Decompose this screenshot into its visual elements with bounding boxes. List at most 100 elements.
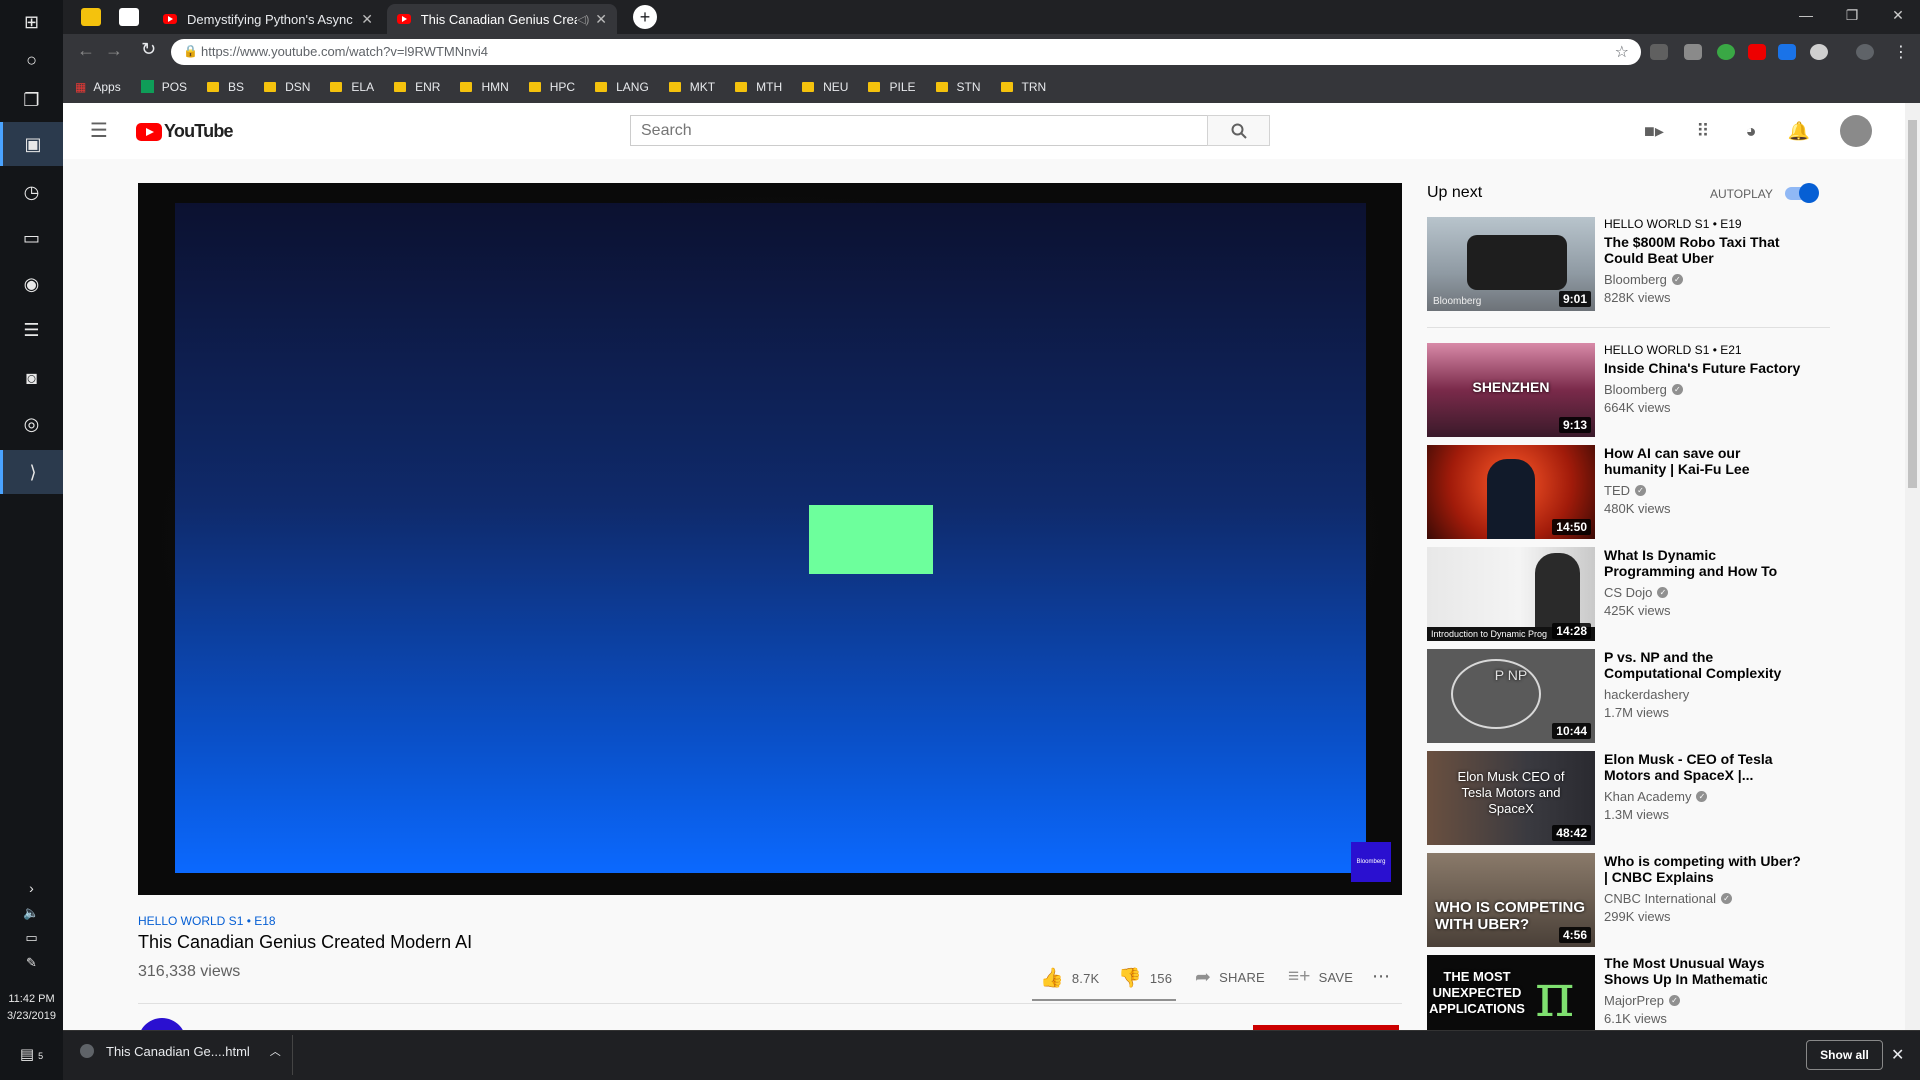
extension-new-icon[interactable] bbox=[1778, 44, 1796, 60]
bookmark-pos[interactable]: POS bbox=[140, 80, 187, 94]
channel-name[interactable]: MajorPrep bbox=[1604, 993, 1664, 1008]
reload-icon[interactable]: ↻ bbox=[141, 39, 156, 60]
video-title[interactable]: The $800M Robo Taxi That Could Beat Uber bbox=[1604, 234, 1804, 266]
close-download-shelf-icon[interactable]: ✕ bbox=[1891, 1045, 1904, 1065]
bookmark-apps[interactable]: ▦ Apps bbox=[75, 80, 121, 94]
bookmark-folder[interactable]: MKT bbox=[668, 80, 715, 94]
bookmark-folder[interactable]: PILE bbox=[868, 80, 916, 94]
up-next-video[interactable]: Introduction to Dynamic Prog 14:28 What … bbox=[1427, 547, 1777, 642]
create-video-icon[interactable]: ■▸ bbox=[1643, 121, 1665, 141]
video-title[interactable]: The Most Unusual Ways Pi Shows Up In Mat… bbox=[1604, 955, 1767, 987]
chevron-up-icon[interactable]: ︿ bbox=[270, 1043, 281, 1059]
search-input[interactable] bbox=[630, 115, 1208, 146]
discord-icon[interactable]: ◙ bbox=[0, 356, 63, 400]
lock-icon[interactable]: 🔒 bbox=[183, 44, 198, 58]
video-title[interactable]: How AI can save our humanity | Kai-Fu Le… bbox=[1604, 445, 1804, 477]
bookmark-folder[interactable]: TRN bbox=[1000, 80, 1046, 94]
bookmark-folder[interactable]: NEU bbox=[802, 80, 848, 94]
tab-canadian-genius[interactable]: This Canadian Genius Create ◁) ✕ bbox=[387, 4, 617, 34]
forward-icon[interactable]: → bbox=[105, 40, 123, 61]
dislike-button[interactable]: 👎 156 bbox=[1118, 966, 1172, 990]
bookmark-folder[interactable]: HMN bbox=[460, 80, 509, 94]
autoplay-toggle-knob[interactable] bbox=[1799, 183, 1819, 203]
show-all-downloads-button[interactable]: Show all bbox=[1806, 1040, 1883, 1070]
bloomberg-watermark[interactable]: Bloomberg bbox=[1351, 842, 1391, 882]
bookmark-folder[interactable]: DSN bbox=[264, 80, 310, 94]
extension-youtube-icon[interactable] bbox=[1748, 44, 1766, 60]
video-thumbnail[interactable]: Bloomberg 9:01 bbox=[1427, 217, 1595, 311]
action-center-icon[interactable]: ▤ 5 bbox=[0, 1045, 63, 1063]
pen-icon[interactable]: ✎ bbox=[0, 955, 63, 971]
app-icon-docs[interactable]: ☰ bbox=[0, 308, 63, 352]
video-thumbnail[interactable]: Introduction to Dynamic Prog 14:28 bbox=[1427, 547, 1595, 641]
pinned-tab-keep-icon[interactable] bbox=[81, 8, 101, 26]
channel-name[interactable]: hackerdashery bbox=[1604, 687, 1689, 702]
up-next-video[interactable]: WHO IS COMPETING WITH UBER? 4:56 Who is … bbox=[1427, 853, 1801, 948]
back-icon[interactable]: ← bbox=[77, 40, 95, 61]
video-title[interactable]: Elon Musk - CEO of Tesla Motors and Spac… bbox=[1604, 751, 1804, 783]
network-icon[interactable]: ▭ bbox=[0, 930, 63, 946]
apps-grid-icon[interactable]: ⠿ bbox=[1692, 121, 1714, 141]
account-avatar[interactable] bbox=[1840, 115, 1872, 147]
messages-icon[interactable]: ◕ bbox=[1740, 121, 1762, 141]
share-button[interactable]: ➦ SHARE bbox=[1195, 966, 1265, 989]
pinned-tab-gmail-icon[interactable] bbox=[119, 8, 139, 26]
video-thumbnail[interactable]: SHENZHEN 9:13 bbox=[1427, 343, 1595, 437]
scrollbar-thumb[interactable] bbox=[1908, 120, 1917, 488]
video-thumbnail[interactable]: WHO IS COMPETING WITH UBER? 4:56 bbox=[1427, 853, 1595, 947]
bookmark-folder[interactable]: STN bbox=[935, 80, 981, 94]
channel-name[interactable]: Khan Academy bbox=[1604, 789, 1691, 804]
chrome-menu-icon[interactable]: ⋮ bbox=[1893, 42, 1909, 62]
series-tag[interactable]: HELLO WORLD S1 • E21 bbox=[1604, 343, 1804, 357]
task-view-icon[interactable]: ❐ bbox=[0, 78, 63, 122]
extension-gear-icon[interactable] bbox=[1810, 44, 1828, 60]
bookmark-star-icon[interactable]: ☆ bbox=[1615, 42, 1629, 62]
video-title[interactable]: P vs. NP and the Computational Complexit… bbox=[1604, 649, 1804, 681]
bookmark-folder[interactable]: ELA bbox=[330, 80, 374, 94]
extension-green-icon[interactable] bbox=[1717, 44, 1735, 60]
audio-playing-icon[interactable]: ◁) bbox=[577, 13, 589, 26]
bookmark-folder[interactable]: MTH bbox=[735, 80, 782, 94]
tab-python-async[interactable]: Demystifying Python's Async and ✕ bbox=[153, 4, 383, 34]
video-player[interactable]: Bloomberg bbox=[138, 183, 1402, 895]
channel-name[interactable]: Bloomberg bbox=[1604, 382, 1667, 397]
up-next-video[interactable]: SHENZHEN 9:13 HELLO WORLD S1 • E21 Insid… bbox=[1427, 343, 1800, 438]
up-next-video[interactable]: P NP 10:44 P vs. NP and the Computationa… bbox=[1427, 649, 1781, 744]
volume-icon[interactable]: 🔈 bbox=[0, 905, 63, 921]
video-thumbnail[interactable]: P NP 10:44 bbox=[1427, 649, 1595, 743]
extension-abp-icon[interactable] bbox=[1684, 44, 1702, 60]
up-next-video[interactable]: Bloomberg 9:01 HELLO WORLD S1 • E19 The … bbox=[1427, 217, 1780, 312]
channel-name[interactable]: CS Dojo bbox=[1604, 585, 1652, 600]
extension-shield-icon[interactable] bbox=[1650, 44, 1668, 60]
bookmark-folder[interactable]: HPC bbox=[528, 80, 575, 94]
search-button[interactable] bbox=[1207, 115, 1270, 146]
like-button[interactable]: 👍 8.7K bbox=[1040, 966, 1099, 990]
clock-time[interactable]: 11:42 PM bbox=[0, 993, 63, 1005]
new-tab-button[interactable]: + bbox=[633, 5, 657, 29]
save-button[interactable]: ≡+ SAVE bbox=[1288, 966, 1353, 988]
chrome-icon[interactable]: ◉ bbox=[0, 262, 63, 306]
video-thumbnail[interactable]: 14:50 bbox=[1427, 445, 1595, 539]
notifications-bell-icon[interactable]: 🔔 bbox=[1788, 121, 1810, 141]
restore-button[interactable]: ❐ bbox=[1829, 0, 1875, 30]
cortana-search-icon[interactable]: ○ bbox=[0, 38, 63, 82]
channel-name[interactable]: TED bbox=[1604, 483, 1630, 498]
video-title[interactable]: Inside China's Future Factory bbox=[1604, 360, 1804, 376]
app-icon-clock[interactable]: ◷ bbox=[0, 170, 63, 214]
minimize-button[interactable]: — bbox=[1783, 0, 1829, 30]
steam-icon[interactable]: ◎ bbox=[0, 402, 63, 446]
bookmark-folder[interactable]: ENR bbox=[394, 80, 440, 94]
vscode-icon[interactable]: ⟩ bbox=[0, 450, 63, 494]
bookmark-folder[interactable]: LANG bbox=[595, 80, 649, 94]
app-icon-editor[interactable]: ▣ bbox=[0, 122, 63, 166]
video-title[interactable]: Who is competing with Uber? | CNBC Expla… bbox=[1604, 853, 1804, 885]
up-next-video[interactable]: 14:50 How AI can save our humanity | Kai… bbox=[1427, 445, 1767, 540]
hamburger-menu-icon[interactable]: ☰ bbox=[90, 118, 108, 143]
channel-name[interactable]: Bloomberg bbox=[1604, 272, 1667, 287]
close-window-button[interactable]: ✕ bbox=[1875, 0, 1920, 30]
tray-expand-icon[interactable]: › bbox=[0, 880, 63, 896]
up-next-video[interactable]: THE MOST UNEXPECTED APPLICATIONS π The M… bbox=[1427, 955, 1767, 1030]
address-bar[interactable]: 🔒 https://www.youtube.com/watch?v=l9RWTM… bbox=[171, 39, 1641, 65]
video-thumbnail[interactable]: Elon Musk CEO of Tesla Motors and SpaceX… bbox=[1427, 751, 1595, 845]
youtube-logo[interactable]: YouTube bbox=[136, 121, 234, 142]
